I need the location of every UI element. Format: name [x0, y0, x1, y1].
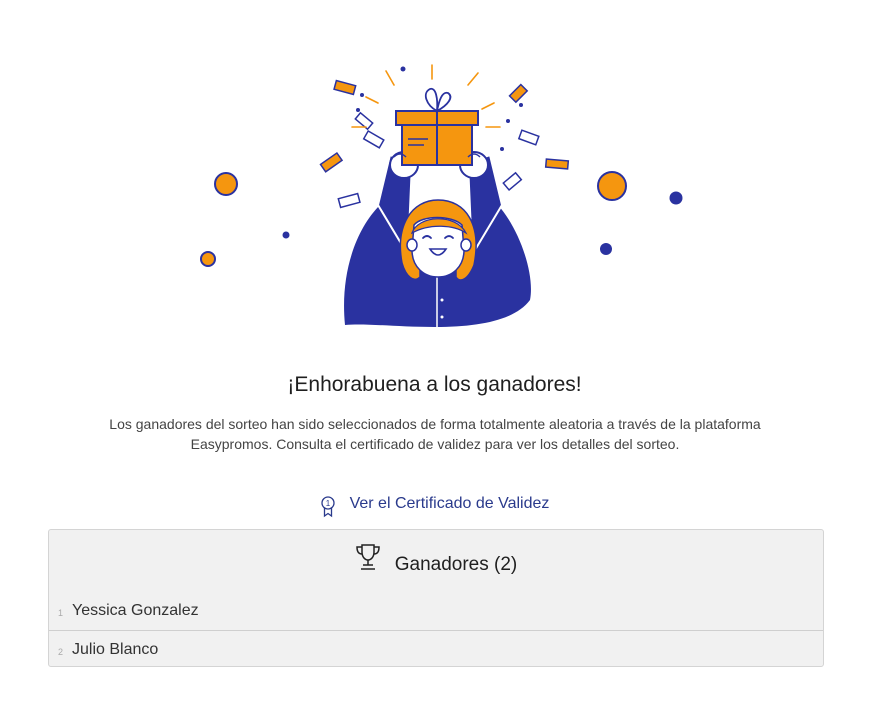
winners-title: Ganadores (2)	[394, 554, 518, 575]
winners-page: ¡Enhorabuena a los ganadores! Los ganado…	[0, 0, 869, 710]
certificate-badge-icon: 1	[320, 496, 335, 518]
winner-row: 1 Yessica Gonzalez	[49, 592, 823, 630]
winner-index: 1	[58, 608, 64, 618]
certificate-link-label[interactable]: Ver el Certificado de Validez	[350, 495, 550, 513]
page-title: ¡Enhorabuena a los ganadores!	[287, 373, 582, 396]
svg-text:1: 1	[325, 499, 330, 508]
page-description: Los ganadores del sorteo han sido selecc…	[109, 416, 761, 452]
winner-row: 2 Julio Blanco	[49, 630, 823, 668]
winner-name: Yessica Gonzalez	[72, 602, 199, 619]
winner-index: 2	[58, 646, 64, 657]
winners-header: Ganadores (2)	[49, 530, 823, 592]
certificate-link[interactable]: 1 Ver el Certificado de Validez	[0, 490, 869, 518]
winner-name: Julio Blanco	[72, 640, 159, 658]
winners-panel: Ganadores (2) 1 Yessica Gonzalez 2 Julio…	[48, 529, 824, 667]
trophy-icon	[355, 544, 380, 570]
celebration-illustration	[200, 64, 683, 327]
